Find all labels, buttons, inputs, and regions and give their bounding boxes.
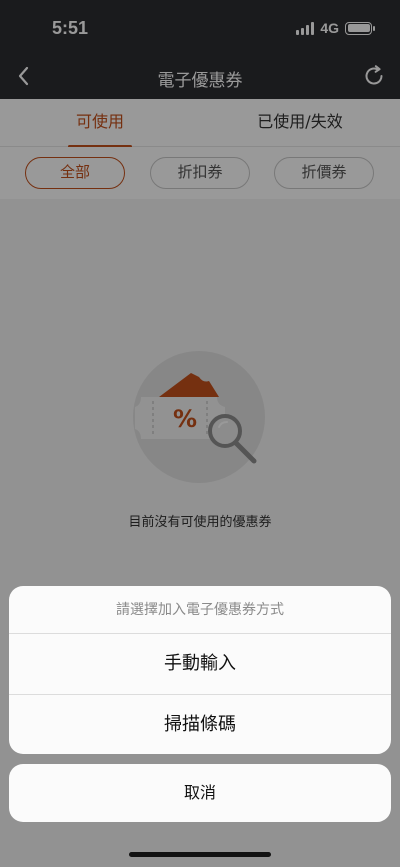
- scan-barcode-option[interactable]: 掃描條碼: [9, 694, 391, 754]
- home-indicator: [129, 852, 271, 857]
- action-sheet: 請選擇加入電子優惠券方式 手動輸入 掃描條碼: [9, 586, 391, 754]
- manual-entry-option[interactable]: 手動輸入: [9, 634, 391, 694]
- action-sheet-title: 請選擇加入電子優惠券方式: [9, 586, 391, 634]
- cancel-button[interactable]: 取消: [9, 764, 391, 822]
